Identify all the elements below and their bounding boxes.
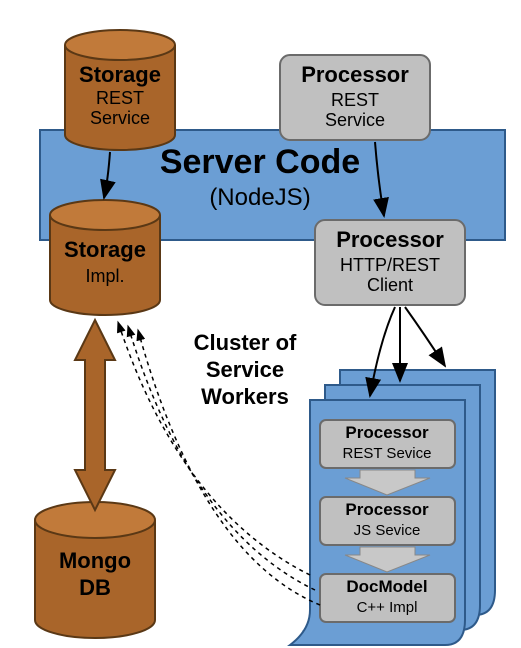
server-code-subtitle: (NodeJS) [209, 184, 310, 211]
mongo-line2: DB [79, 575, 111, 600]
cluster-label-3: Workers [201, 384, 289, 409]
storage-rest-title: Storage [79, 62, 161, 87]
worker-rest-sub: REST Sevice [343, 445, 432, 462]
worker-doc-title: DocModel [346, 577, 427, 596]
worker-box-rest: Processor REST Sevice [320, 420, 455, 468]
processor-client-title: Processor [336, 227, 444, 252]
double-arrow-brown [75, 320, 115, 510]
cluster-label-1: Cluster of [194, 330, 297, 355]
processor-client-box: Processor HTTP/REST Client [315, 220, 465, 305]
mongo-line1: Mongo [59, 548, 131, 573]
storage-impl-title: Storage [64, 237, 146, 262]
processor-client-line2: Client [367, 275, 413, 295]
worker-js-sub: JS Sevice [354, 522, 421, 539]
processor-rest-box: Processor REST Service [280, 55, 430, 140]
storage-rest-line2: Service [90, 108, 150, 128]
worker-doc-sub: C++ Impl [357, 599, 418, 616]
arrow-client-to-worker-3 [405, 307, 445, 366]
storage-impl-line1: Impl. [85, 266, 124, 286]
storage-rest-line1: REST [96, 88, 144, 108]
processor-client-line1: HTTP/REST [340, 255, 440, 275]
worker-box-docmodel: DocModel C++ Impl [320, 574, 455, 622]
processor-rest-line1: REST [331, 90, 379, 110]
worker-box-js: Processor JS Sevice [320, 497, 455, 545]
worker-rest-title: Processor [345, 423, 429, 442]
storage-impl-cylinder: Storage Impl. [50, 200, 160, 315]
mongo-cylinder: Mongo DB [35, 502, 155, 638]
server-code-title: Server Code [160, 143, 360, 181]
storage-rest-cylinder: Storage REST Service [65, 30, 175, 150]
worker-js-title: Processor [345, 500, 429, 519]
cluster-label-2: Service [206, 357, 284, 382]
processor-rest-title: Processor [301, 62, 409, 87]
processor-rest-line2: Service [325, 110, 385, 130]
